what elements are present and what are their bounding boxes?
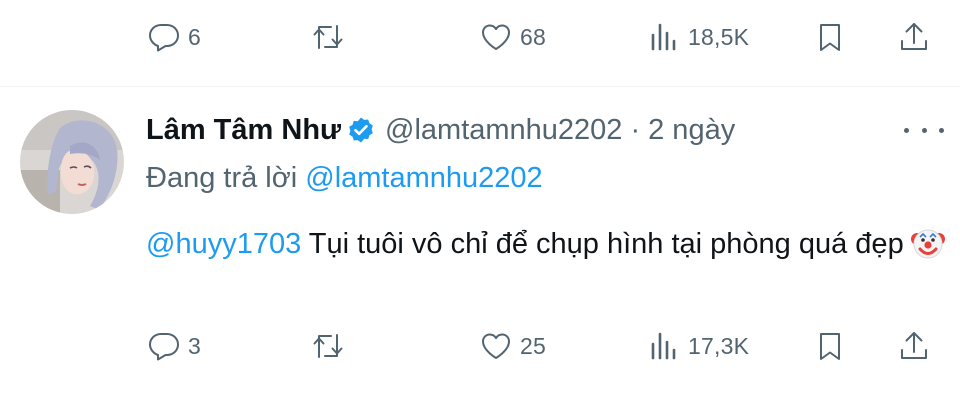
reply-icon (149, 24, 179, 52)
like-count: 25 (520, 332, 546, 359)
clown-face-emoji (910, 229, 945, 259)
views-icon (651, 332, 676, 360)
reply-button[interactable]: 6 (148, 12, 201, 62)
replying-to-mention[interactable]: @lamtamnhu2202 (305, 162, 542, 194)
like-count: 68 (520, 23, 546, 50)
bookmark-icon (820, 333, 840, 360)
more-icon (939, 127, 944, 133)
avatar[interactable] (20, 110, 124, 214)
views-button[interactable]: 18,5K (648, 12, 749, 62)
views-button[interactable]: 17,3K (648, 321, 749, 371)
author-name[interactable]: Lâm Tâm Như (146, 114, 341, 147)
tweet-header: Lâm Tâm Như @lamtamnhu2202 · 2 ngày (146, 110, 735, 150)
reply-count: 3 (188, 332, 201, 359)
tweet-timestamp[interactable]: 2 ngày (648, 114, 735, 147)
reply-icon (149, 333, 179, 361)
tweet-body: Tụi tuôi vô chỉ để chụp hình tại phòng q… (301, 228, 904, 260)
retweet-icon (313, 334, 343, 358)
like-button[interactable]: 68 (480, 12, 546, 62)
views-count: 18,5K (688, 23, 750, 50)
more-icon (921, 127, 927, 133)
tweet-mention[interactable]: @huyy1703 (146, 228, 301, 260)
share-button[interactable] (898, 12, 930, 62)
tweet-divider (0, 86, 960, 87)
like-button[interactable]: 25 (480, 321, 546, 371)
views-count: 17,3K (688, 332, 750, 359)
views-icon (651, 23, 676, 51)
tweet-text: @huyy1703 Tụi tuôi vô chỉ để chụp hình t… (146, 222, 946, 266)
like-icon (482, 24, 510, 50)
like-icon (482, 333, 510, 359)
replying-to-label: Đang trả lời (146, 162, 298, 194)
previous-tweet-action-bar: 6 68 18,5K (0, 12, 960, 62)
more-icon (904, 127, 909, 133)
share-icon (901, 23, 927, 50)
retweet-button[interactable] (312, 321, 352, 371)
bookmark-button[interactable] (814, 321, 846, 371)
author-handle[interactable]: @lamtamnhu2202 (385, 114, 622, 147)
share-icon (901, 332, 927, 359)
bookmark-icon (820, 24, 840, 51)
reply-count: 6 (188, 23, 201, 50)
reply-button[interactable]: 3 (148, 321, 201, 371)
share-button[interactable] (898, 321, 930, 371)
retweet-icon (313, 25, 343, 49)
retweet-button[interactable] (312, 12, 352, 62)
header-separator: · (630, 113, 641, 146)
replying-to-line: Đang trả lời @lamtamnhu2202 (146, 162, 543, 195)
more-options-button[interactable] (904, 118, 944, 142)
tweet-action-bar: 3 25 17,3K (0, 321, 960, 371)
verified-badge-icon (349, 117, 373, 143)
avatar-image (20, 110, 124, 214)
bookmark-button[interactable] (814, 12, 846, 62)
